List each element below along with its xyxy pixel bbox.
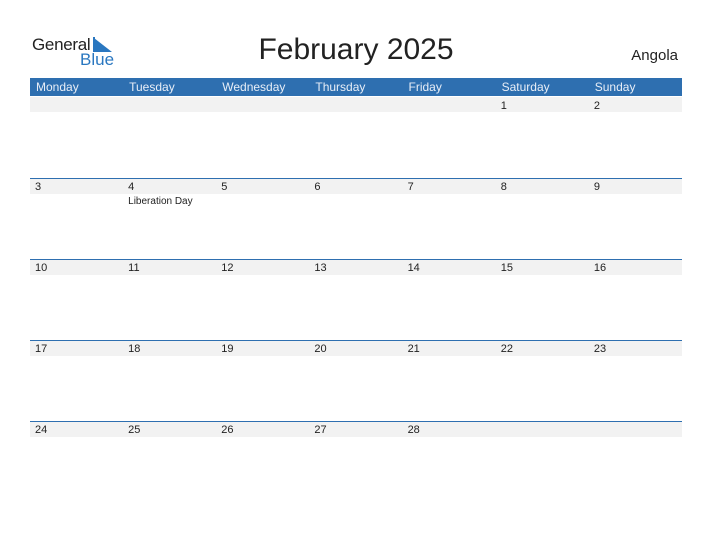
day-number: 15 <box>500 262 513 274</box>
day-number: 6 <box>314 181 321 193</box>
weekday-header: Monday Tuesday Wednesday Thursday Friday… <box>30 78 682 96</box>
day-cell: 9 <box>589 178 682 258</box>
day-cell: 27 <box>309 421 402 501</box>
day-number: 11 <box>128 262 140 274</box>
day-cell: 10 <box>30 259 123 339</box>
day-cell <box>589 421 682 501</box>
day-number: 2 <box>593 100 600 112</box>
day-cell: 11 <box>123 259 216 339</box>
day-number: 12 <box>221 262 234 274</box>
day-number: 8 <box>500 181 507 193</box>
day-cell: 8 <box>496 178 589 258</box>
week-row: 3 4 Liberation Day 5 6 7 8 9 <box>30 178 682 258</box>
day-number: 18 <box>128 343 141 355</box>
weekday-thursday: Thursday <box>315 80 366 94</box>
day-number: 19 <box>221 343 234 355</box>
day-cell <box>496 421 589 501</box>
week-row: 17 18 19 20 21 22 23 <box>30 340 682 420</box>
day-cell: 26 <box>216 421 309 501</box>
day-cell: 20 <box>309 340 402 420</box>
day-cell: 19 <box>216 340 309 420</box>
day-cell: 28 <box>403 421 496 501</box>
week-row: 24 25 26 27 28 <box>30 421 682 501</box>
holiday-label: Liberation Day <box>128 196 193 207</box>
day-number: 21 <box>407 343 420 355</box>
calendar-title: February 2025 <box>258 33 454 66</box>
weekday-saturday: Saturday <box>501 80 550 94</box>
day-number: 16 <box>593 262 607 274</box>
day-cell: 15 <box>496 259 589 339</box>
day-number: 23 <box>593 343 607 355</box>
day-number: 14 <box>407 262 420 274</box>
day-cell <box>216 97 309 177</box>
day-number: 25 <box>128 424 141 436</box>
day-number: 5 <box>221 181 228 193</box>
day-number: 7 <box>407 181 414 193</box>
day-cell: 24 <box>30 421 123 501</box>
day-cell: 25 <box>123 421 216 501</box>
day-number: 20 <box>314 343 327 355</box>
day-number: 3 <box>35 181 42 193</box>
week-row: 10 11 12 13 14 15 16 <box>30 259 682 339</box>
weekday-wednesday: Wednesday <box>222 80 286 94</box>
day-cell: 16 <box>589 259 682 339</box>
day-cell: 13 <box>309 259 402 339</box>
day-number: 28 <box>407 424 420 436</box>
day-cell: 2 <box>589 97 682 177</box>
weekday-monday: Monday <box>36 80 79 94</box>
day-cell <box>30 97 123 177</box>
day-cell: 5 <box>216 178 309 258</box>
day-number: 24 <box>35 424 48 436</box>
day-cell: 6 <box>309 178 402 258</box>
day-number: 9 <box>593 181 600 193</box>
day-number: 13 <box>314 262 327 274</box>
day-cell: 18 <box>123 340 216 420</box>
day-number: 17 <box>35 343 48 355</box>
day-number: 10 <box>35 262 48 274</box>
day-number: 26 <box>221 424 234 436</box>
day-number: 1 <box>500 100 507 112</box>
weekday-friday: Friday <box>408 80 442 94</box>
day-number: 4 <box>128 181 135 193</box>
weekday-tuesday: Tuesday <box>129 80 175 94</box>
day-number: 22 <box>500 343 513 355</box>
day-cell <box>123 97 216 177</box>
country-label: Angola <box>631 47 678 64</box>
day-number: 27 <box>314 424 327 436</box>
day-cell: 4 Liberation Day <box>123 178 216 258</box>
day-cell: 23 <box>589 340 682 420</box>
day-cell: 22 <box>496 340 589 420</box>
day-cell: 17 <box>30 340 123 420</box>
day-cell: 21 <box>403 340 496 420</box>
week-row: 12 <box>30 97 682 177</box>
day-cell: 7 <box>403 178 496 258</box>
day-cell: 3 <box>30 178 123 258</box>
day-cell <box>403 97 496 177</box>
day-cell <box>309 97 402 177</box>
weekday-sunday: Sunday <box>594 80 636 94</box>
day-cell: 12 <box>216 259 309 339</box>
day-cell: 14 <box>403 259 496 339</box>
day-cell: 1 <box>496 97 589 177</box>
